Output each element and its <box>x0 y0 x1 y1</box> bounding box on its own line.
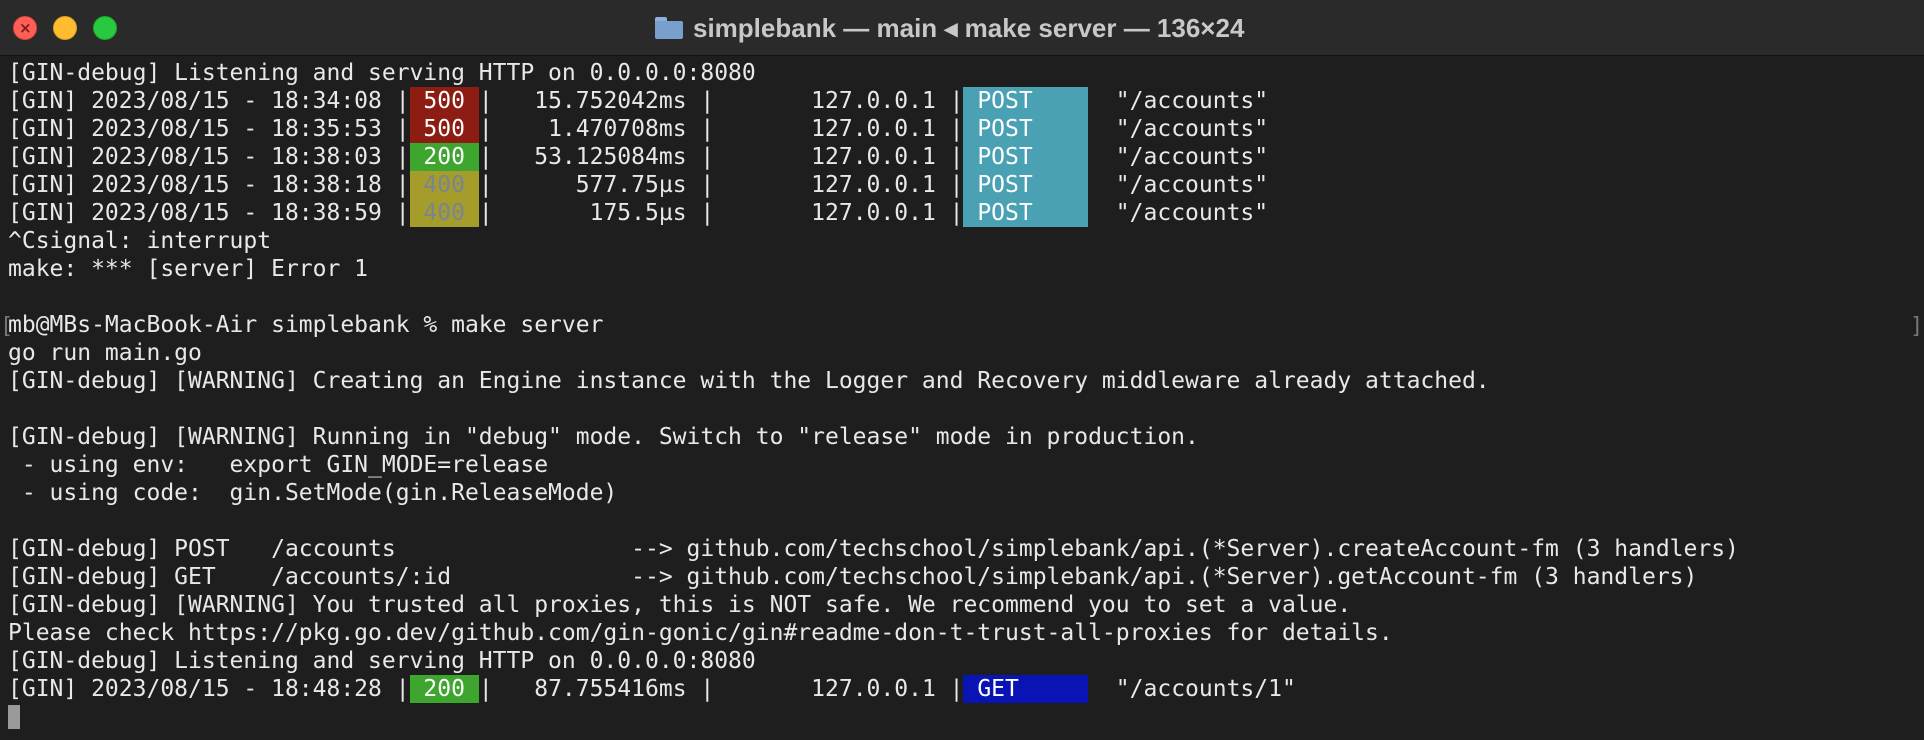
status-badge: 500 <box>409 87 479 115</box>
window-title: simplebank — main ◂ make server — 136×24 <box>693 12 1245 43</box>
output-line: [GIN-debug] [WARNING] Running in "debug"… <box>8 424 1199 450</box>
output-line: [GIN-debug] [WARNING] You trusted all pr… <box>8 592 1352 618</box>
log-prefix: [GIN] 2023/08/15 - 18:38:59 | <box>8 200 410 226</box>
log-path: "/accounts/1" <box>1088 676 1296 702</box>
log-prefix: [GIN] 2023/08/15 - 18:35:53 | <box>8 116 410 142</box>
log-path: "/accounts" <box>1088 88 1269 114</box>
status-badge: 200 <box>409 143 479 171</box>
output-line: [GIN-debug] [WARNING] Creating an Engine… <box>8 368 1490 394</box>
status-badge: 500 <box>409 115 479 143</box>
log-path: "/accounts" <box>1088 172 1269 198</box>
shell-prompt-line: mb@MBs-MacBook-Air simplebank % make ser… <box>8 312 604 338</box>
output-line: go run main.go <box>8 340 202 366</box>
route-line: [GIN-debug] GET /accounts/:id --> github… <box>8 564 1698 590</box>
text-cursor <box>8 705 20 729</box>
log-path: "/accounts" <box>1088 200 1269 226</box>
output-line: - using code: gin.SetMode(gin.ReleaseMod… <box>8 480 618 506</box>
log-path: "/accounts" <box>1088 116 1269 142</box>
output-line: make: *** [server] Error 1 <box>8 256 369 282</box>
log-prefix: [GIN] 2023/08/15 - 18:38:18 | <box>8 172 410 198</box>
output-line: ^Csignal: interrupt <box>8 228 272 254</box>
log-middle: | 53.125084ms | 127.0.0.1 | <box>478 144 964 170</box>
status-badge: 400 <box>409 171 479 199</box>
output-line: [GIN-debug] Listening and serving HTTP o… <box>8 648 756 674</box>
method-badge: POST <box>963 143 1089 171</box>
output-line: Please check https://pkg.go.dev/github.c… <box>8 620 1393 646</box>
method-badge: GET <box>963 675 1089 703</box>
method-badge: POST <box>963 171 1089 199</box>
status-badge: 400 <box>409 199 479 227</box>
request-log-line: [GIN] 2023/08/15 - 18:38:59 | 400 | 175.… <box>8 199 1924 227</box>
terminal-output[interactable]: [GIN-debug] Listening and serving HTTP o… <box>8 59 1924 740</box>
request-log-line: [GIN] 2023/08/15 - 18:48:28 | 200 | 87.7… <box>8 675 1924 703</box>
folder-icon <box>655 17 683 39</box>
log-middle: | 577.75µs | 127.0.0.1 | <box>478 172 964 198</box>
log-prefix: [GIN] 2023/08/15 - 18:48:28 | <box>8 676 410 702</box>
cursor-line[interactable] <box>8 703 1924 731</box>
zoom-window-button[interactable] <box>93 16 117 40</box>
log-prefix: [GIN] 2023/08/15 - 18:38:03 | <box>8 144 410 170</box>
request-log-line: [GIN] 2023/08/15 - 18:38:03 | 200 | 53.1… <box>8 143 1924 171</box>
log-prefix: [GIN] 2023/08/15 - 18:34:08 | <box>8 88 410 114</box>
log-middle: | 175.5µs | 127.0.0.1 | <box>478 200 964 226</box>
minimize-window-button[interactable] <box>53 16 77 40</box>
log-middle: | 1.470708ms | 127.0.0.1 | <box>478 116 964 142</box>
request-log-line: [GIN] 2023/08/15 - 18:38:18 | 400 | 577.… <box>8 171 1924 199</box>
output-line: [GIN-debug] Listening and serving HTTP o… <box>8 60 756 86</box>
window-title-group: simplebank — main ◂ make server — 136×24 <box>655 12 1244 44</box>
log-middle: | 15.752042ms | 127.0.0.1 | <box>478 88 964 114</box>
method-badge: POST <box>963 87 1089 115</box>
method-badge: POST <box>963 199 1089 227</box>
status-badge: 200 <box>409 675 479 703</box>
output-line: - using env: export GIN_MODE=release <box>8 452 549 478</box>
close-window-button[interactable]: × <box>13 16 37 40</box>
route-line: [GIN-debug] POST /accounts --> github.co… <box>8 536 1739 562</box>
title-bar[interactable]: × simplebank — main ◂ make server — 136×… <box>0 0 1924 56</box>
close-icon: × <box>19 19 32 37</box>
request-log-line: [GIN] 2023/08/15 - 18:34:08 | 500 | 15.7… <box>8 87 1924 115</box>
request-log-line: [GIN] 2023/08/15 - 18:35:53 | 500 | 1.47… <box>8 115 1924 143</box>
method-badge: POST <box>963 115 1089 143</box>
log-middle: | 87.755416ms | 127.0.0.1 | <box>478 676 964 702</box>
log-path: "/accounts" <box>1088 144 1269 170</box>
terminal-window: × simplebank — main ◂ make server — 136×… <box>0 0 1924 740</box>
